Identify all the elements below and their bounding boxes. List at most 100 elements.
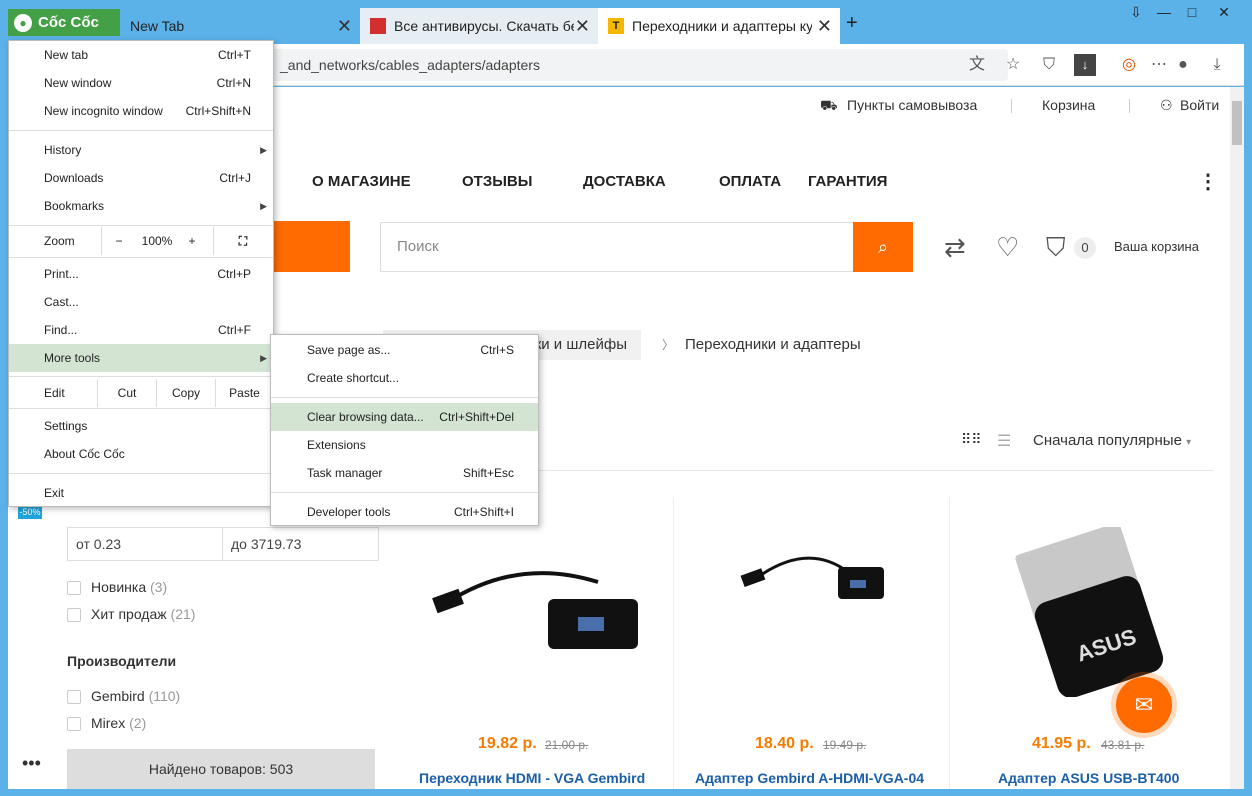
submenu-clear-browsing-data[interactable]: Clear browsing data... Ctrl+Shift+Del xyxy=(271,403,538,431)
menu-separator xyxy=(9,130,273,131)
tab-close-icon[interactable]: ✕ xyxy=(817,16,832,37)
price-to-input[interactable]: до 3719.73 xyxy=(222,527,379,561)
zoom-out-button[interactable]: − xyxy=(109,227,129,255)
shield-icon[interactable]: ⛉ xyxy=(1038,54,1060,76)
cut-button[interactable]: Cut xyxy=(97,379,156,407)
product-title-link[interactable]: Переходник HDMI - VGA Gembird xyxy=(419,770,645,786)
menu-more-tools[interactable]: More tools ▶ xyxy=(9,344,273,372)
download-manager-icon[interactable]: ⤓ xyxy=(1206,54,1228,76)
tab-close-icon[interactable]: ✕ xyxy=(575,16,590,37)
menu-separator xyxy=(271,397,538,398)
fullscreen-icon[interactable]: ⛶ xyxy=(233,227,253,255)
submenu-task-manager[interactable]: Task manager Shift+Esc xyxy=(271,459,538,487)
product-old-price: 21.00 р. xyxy=(545,738,589,752)
menu-separator xyxy=(271,492,538,493)
checkbox-new[interactable] xyxy=(67,581,81,595)
url-text: _and_networks/cables_adapters/adapters xyxy=(280,57,540,73)
product-title-link[interactable]: Адаптер ASUS USB-BT400 xyxy=(998,770,1179,786)
coccoc-extension-icon[interactable]: ◎ xyxy=(1118,54,1140,76)
nav-delivery[interactable]: ДОСТАВКА xyxy=(583,173,666,190)
extensions-menu-icon[interactable]: ⋯ xyxy=(1148,54,1170,76)
checkbox-mirex[interactable] xyxy=(67,717,81,731)
makers-title: Производители xyxy=(67,653,177,669)
cart-label[interactable]: Ваша корзина xyxy=(1114,239,1199,254)
chat-icon[interactable]: ✉ xyxy=(1116,677,1172,733)
menu-exit[interactable]: Exit xyxy=(9,479,273,507)
filter-label: Новинка (3) xyxy=(91,579,168,595)
menu-find[interactable]: Find... Ctrl+F xyxy=(9,316,273,344)
submenu-extensions[interactable]: Extensions xyxy=(271,431,538,459)
nav-reviews[interactable]: ОТЗЫВЫ xyxy=(462,173,532,190)
download-icon[interactable]: ↓ xyxy=(1074,54,1096,76)
menu-zoom-label: Zoom xyxy=(44,234,75,248)
minimize-icon[interactable]: — xyxy=(1150,4,1178,22)
menu-new-tab[interactable]: New tab Ctrl+T xyxy=(9,41,273,69)
search-icon[interactable]: ⌕ xyxy=(853,222,913,272)
profile-icon[interactable]: ● xyxy=(1172,54,1194,76)
maximize-icon[interactable]: □ xyxy=(1178,4,1206,22)
user-icon: ⚇ xyxy=(1160,97,1173,113)
translate-icon[interactable]: 文 xyxy=(966,54,988,76)
scrollbar[interactable] xyxy=(1230,87,1244,789)
coccoc-menu-button[interactable]: ● Cốc Cốc xyxy=(8,9,120,36)
sort-label: Сначала популярные xyxy=(1033,432,1182,449)
tab-adapters[interactable]: T Переходники и адаптеры ку ✕ xyxy=(598,8,840,44)
pickup-link[interactable]: Пункты самовывоза xyxy=(847,97,977,113)
login-link[interactable]: Войти xyxy=(1180,97,1219,113)
copy-button[interactable]: Copy xyxy=(156,379,215,407)
menu-print[interactable]: Print... Ctrl+P xyxy=(9,260,273,288)
price-from-input[interactable]: от 0.23 xyxy=(67,527,223,561)
product-image[interactable] xyxy=(738,542,908,622)
zoom-value: 100% xyxy=(141,234,173,248)
menu-separator xyxy=(9,376,273,377)
kebab-menu-icon[interactable]: ⋮ xyxy=(1198,169,1218,194)
close-window-icon[interactable]: ✕ xyxy=(1210,4,1238,22)
tab-antivirus[interactable]: Все антивирусы. Скачать бес ✕ xyxy=(360,8,598,44)
product-title-link[interactable]: Адаптер Gembird A-HDMI-VGA-04 xyxy=(695,770,924,786)
product-image[interactable]: ASUS xyxy=(1014,527,1174,697)
menu-about[interactable]: About Cốc Cốc xyxy=(9,440,273,468)
scrollbar-thumb[interactable] xyxy=(1232,101,1242,145)
menu-separator xyxy=(9,408,273,409)
list-view-icon[interactable]: ☰ xyxy=(997,431,1011,451)
cart-link[interactable]: Корзина xyxy=(1042,97,1095,113)
compare-icon[interactable]: ⇄ xyxy=(944,232,966,263)
menu-bookmarks[interactable]: Bookmarks ▶ xyxy=(9,192,273,220)
paste-button[interactable]: Paste xyxy=(215,379,273,407)
submenu-save-page[interactable]: Save page as... Ctrl+S xyxy=(271,336,538,364)
product-image[interactable] xyxy=(428,557,658,657)
menu-settings[interactable]: Settings xyxy=(9,412,273,440)
divider xyxy=(1011,99,1012,113)
checkbox-gembird[interactable] xyxy=(67,690,81,704)
tab-close-icon[interactable]: ✕ xyxy=(337,16,352,37)
search-input[interactable]: Поиск xyxy=(380,222,854,272)
downloads-window-icon[interactable]: ⇩ xyxy=(1122,4,1150,22)
menu-new-incognito[interactable]: New incognito window Ctrl+Shift+N xyxy=(9,97,273,125)
menu-history[interactable]: History ▶ xyxy=(9,136,273,164)
cart-bag-icon[interactable]: ⛉ xyxy=(1046,232,1066,264)
found-count-bar[interactable]: Найдено товаров: 503 xyxy=(67,749,375,789)
zoom-in-button[interactable]: + xyxy=(183,227,201,255)
checkbox-hit[interactable] xyxy=(67,608,81,622)
nav-about[interactable]: О МАГАЗИНЕ xyxy=(312,173,411,190)
sale-badge: -50% xyxy=(18,505,42,519)
grid-view-icon[interactable]: ⠿⠿ xyxy=(961,431,982,448)
menu-downloads[interactable]: Downloads Ctrl+J xyxy=(9,164,273,192)
menu-cast[interactable]: Cast... xyxy=(9,288,273,316)
submenu-developer-tools[interactable]: Developer tools Ctrl+Shift+I xyxy=(271,498,538,526)
more-dots-icon[interactable]: ••• xyxy=(22,753,41,774)
new-tab-button[interactable]: + xyxy=(846,12,858,35)
product-old-price: 43.81 р. xyxy=(1101,738,1145,752)
product-old-price: 19.49 р. xyxy=(823,738,867,752)
nav-payment[interactable]: ОПЛАТА xyxy=(719,173,781,190)
nav-warranty[interactable]: ГАРАНТИЯ xyxy=(808,173,887,190)
sort-dropdown[interactable]: Сначала популярные ▾ xyxy=(1033,432,1191,449)
submenu-create-shortcut[interactable]: Create shortcut... xyxy=(271,364,538,392)
bookmark-star-icon[interactable]: ☆ xyxy=(1002,54,1024,76)
menu-new-window[interactable]: New window Ctrl+N xyxy=(9,69,273,97)
catalog-button[interactable] xyxy=(270,221,350,272)
wishlist-heart-icon[interactable]: ♡ xyxy=(996,232,1019,263)
chevron-right-icon: ▶ xyxy=(260,145,267,155)
site-favicon-icon: T xyxy=(608,18,624,34)
tab-new-tab[interactable]: New Tab ✕ xyxy=(120,8,360,44)
